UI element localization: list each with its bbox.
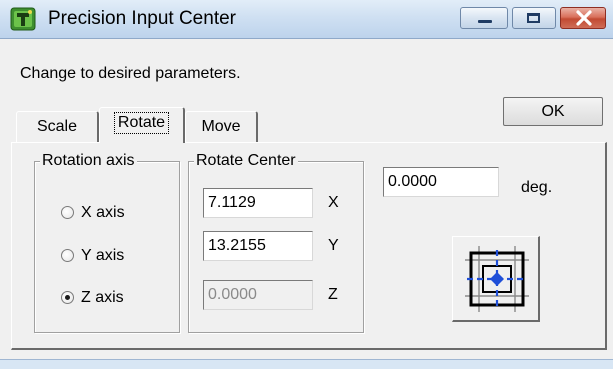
tab-rotate-label: Rotate (113, 112, 170, 134)
radio-z-label: Z axis (81, 289, 124, 306)
center-x-input[interactable]: 7.1129 (203, 188, 313, 218)
center-z-label: Z (328, 286, 338, 303)
minimize-icon (478, 20, 492, 23)
radio-y-label: Y axis (81, 247, 125, 264)
angle-input[interactable]: 0.0000 (383, 167, 499, 197)
rotation-axis-group: Rotation axis X axis Y axis Z axis (34, 151, 180, 333)
radio-button-y[interactable] (61, 249, 74, 262)
tab-move-label: Move (201, 118, 241, 135)
angle-unit-label: deg. (521, 179, 553, 196)
rotate-center-pick-button[interactable] (452, 236, 540, 322)
rotate-center-title: Rotate Center (194, 151, 298, 171)
app-tree-icon (10, 7, 36, 31)
tab-move[interactable]: Move (185, 111, 258, 142)
window-title: Precision Input Center (48, 8, 236, 29)
maximize-icon (527, 13, 540, 23)
radio-x-label: X axis (81, 204, 125, 221)
rotation-axis-title: Rotation axis (40, 151, 137, 171)
maximize-button[interactable] (512, 7, 556, 29)
precision-input-window: Precision Input Center Change to desired… (0, 0, 613, 369)
tab-rotate[interactable]: Rotate (99, 107, 185, 143)
minimize-button[interactable] (460, 7, 508, 29)
ok-button[interactable]: OK (503, 97, 603, 126)
rotate-center-grid-icon (465, 246, 529, 312)
title-bar[interactable]: Precision Input Center (0, 0, 613, 39)
center-x-label: X (328, 194, 339, 211)
instruction-text: Change to desired parameters. (20, 65, 241, 82)
tab-scale-label: Scale (36, 118, 78, 135)
center-y-input[interactable]: 13.2155 (203, 231, 313, 261)
center-y-label: Y (328, 237, 339, 254)
radio-button-z[interactable] (61, 291, 74, 304)
close-icon (576, 10, 592, 26)
tab-scale[interactable]: Scale (16, 111, 99, 142)
radio-button-x[interactable] (61, 206, 74, 219)
close-button[interactable] (560, 7, 606, 29)
center-z-input: 0.0000 (203, 280, 313, 310)
